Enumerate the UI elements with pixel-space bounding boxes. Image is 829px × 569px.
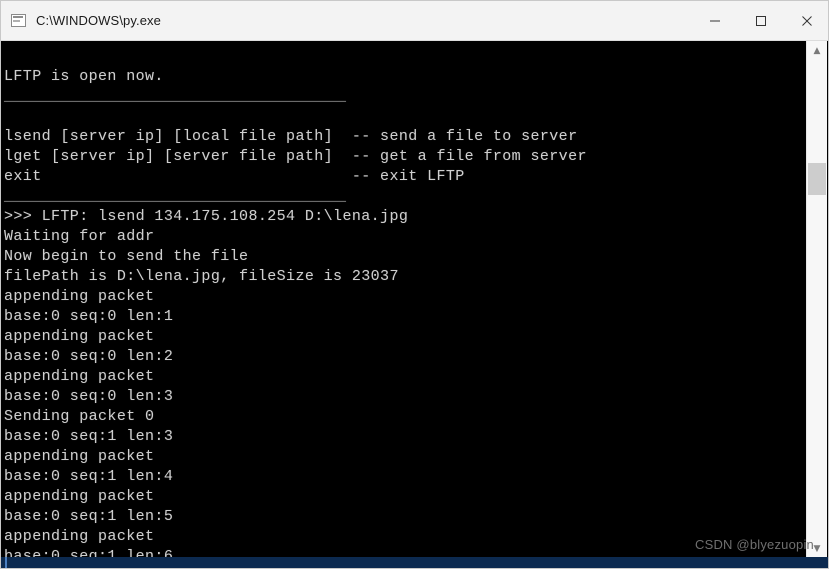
console-line: base:0 seq:1 len:4 — [4, 468, 174, 485]
minimize-button[interactable] — [692, 1, 738, 40]
console-line: filePath is D:\lena.jpg, fileSize is 230… — [4, 268, 399, 285]
scroll-up-arrow-icon[interactable]: ▲ — [807, 41, 827, 61]
maximize-icon — [756, 15, 766, 26]
window-titlebar[interactable]: C:\WINDOWS\py.exe — [1, 1, 828, 41]
close-icon — [802, 15, 812, 26]
bottom-taskbar-strip — [1, 557, 828, 568]
vertical-scrollbar[interactable]: ▲ ▼ — [806, 41, 827, 559]
console-line: base:0 seq:1 len:3 — [4, 428, 174, 445]
window-title: C:\WINDOWS\py.exe — [36, 13, 161, 28]
console-line: base:0 seq:0 len:1 — [4, 308, 174, 325]
console-output[interactable]: LFTP is open now. _______________________… — [2, 41, 808, 559]
console-line: lget [server ip] [server file path] -- g… — [4, 148, 587, 165]
console-line: exit -- exit LFTP — [4, 168, 465, 185]
minimize-icon — [710, 20, 720, 21]
console-line: Waiting for addr — [4, 228, 155, 245]
console-line: base:0 seq:0 len:3 — [4, 388, 174, 405]
console-line: appending packet — [4, 488, 155, 505]
scrollbar-thumb[interactable] — [808, 163, 826, 195]
console-line: Sending packet 0 — [4, 408, 155, 425]
taskbar-caret — [5, 557, 7, 568]
console-line: base:0 seq:1 len:5 — [4, 508, 174, 525]
console-line: ______________________________________ — [4, 188, 347, 205]
console-line: base:0 seq:0 len:2 — [4, 348, 174, 365]
console-line: >>> LFTP: lsend 134.175.108.254 D:\lena.… — [4, 208, 409, 225]
watermark-text: CSDN @blyezuopin — [694, 537, 814, 552]
console-line: appending packet — [4, 368, 155, 385]
console-app-icon — [10, 12, 28, 30]
maximize-button[interactable] — [738, 1, 784, 40]
console-line: ______________________________________ — [4, 88, 347, 105]
console-line: appending packet — [4, 528, 155, 545]
console-window: C:\WINDOWS\py.exe LFTP is open now. _____… — [0, 0, 829, 569]
console-line: Now begin to send the file — [4, 248, 249, 265]
console-line: lsend [server ip] [local file path] -- s… — [4, 128, 578, 145]
console-line: LFTP is open now. — [4, 68, 164, 85]
close-button[interactable] — [784, 1, 828, 40]
console-line: appending packet — [4, 448, 155, 465]
console-line: appending packet — [4, 288, 155, 305]
console-line: appending packet — [4, 328, 155, 345]
